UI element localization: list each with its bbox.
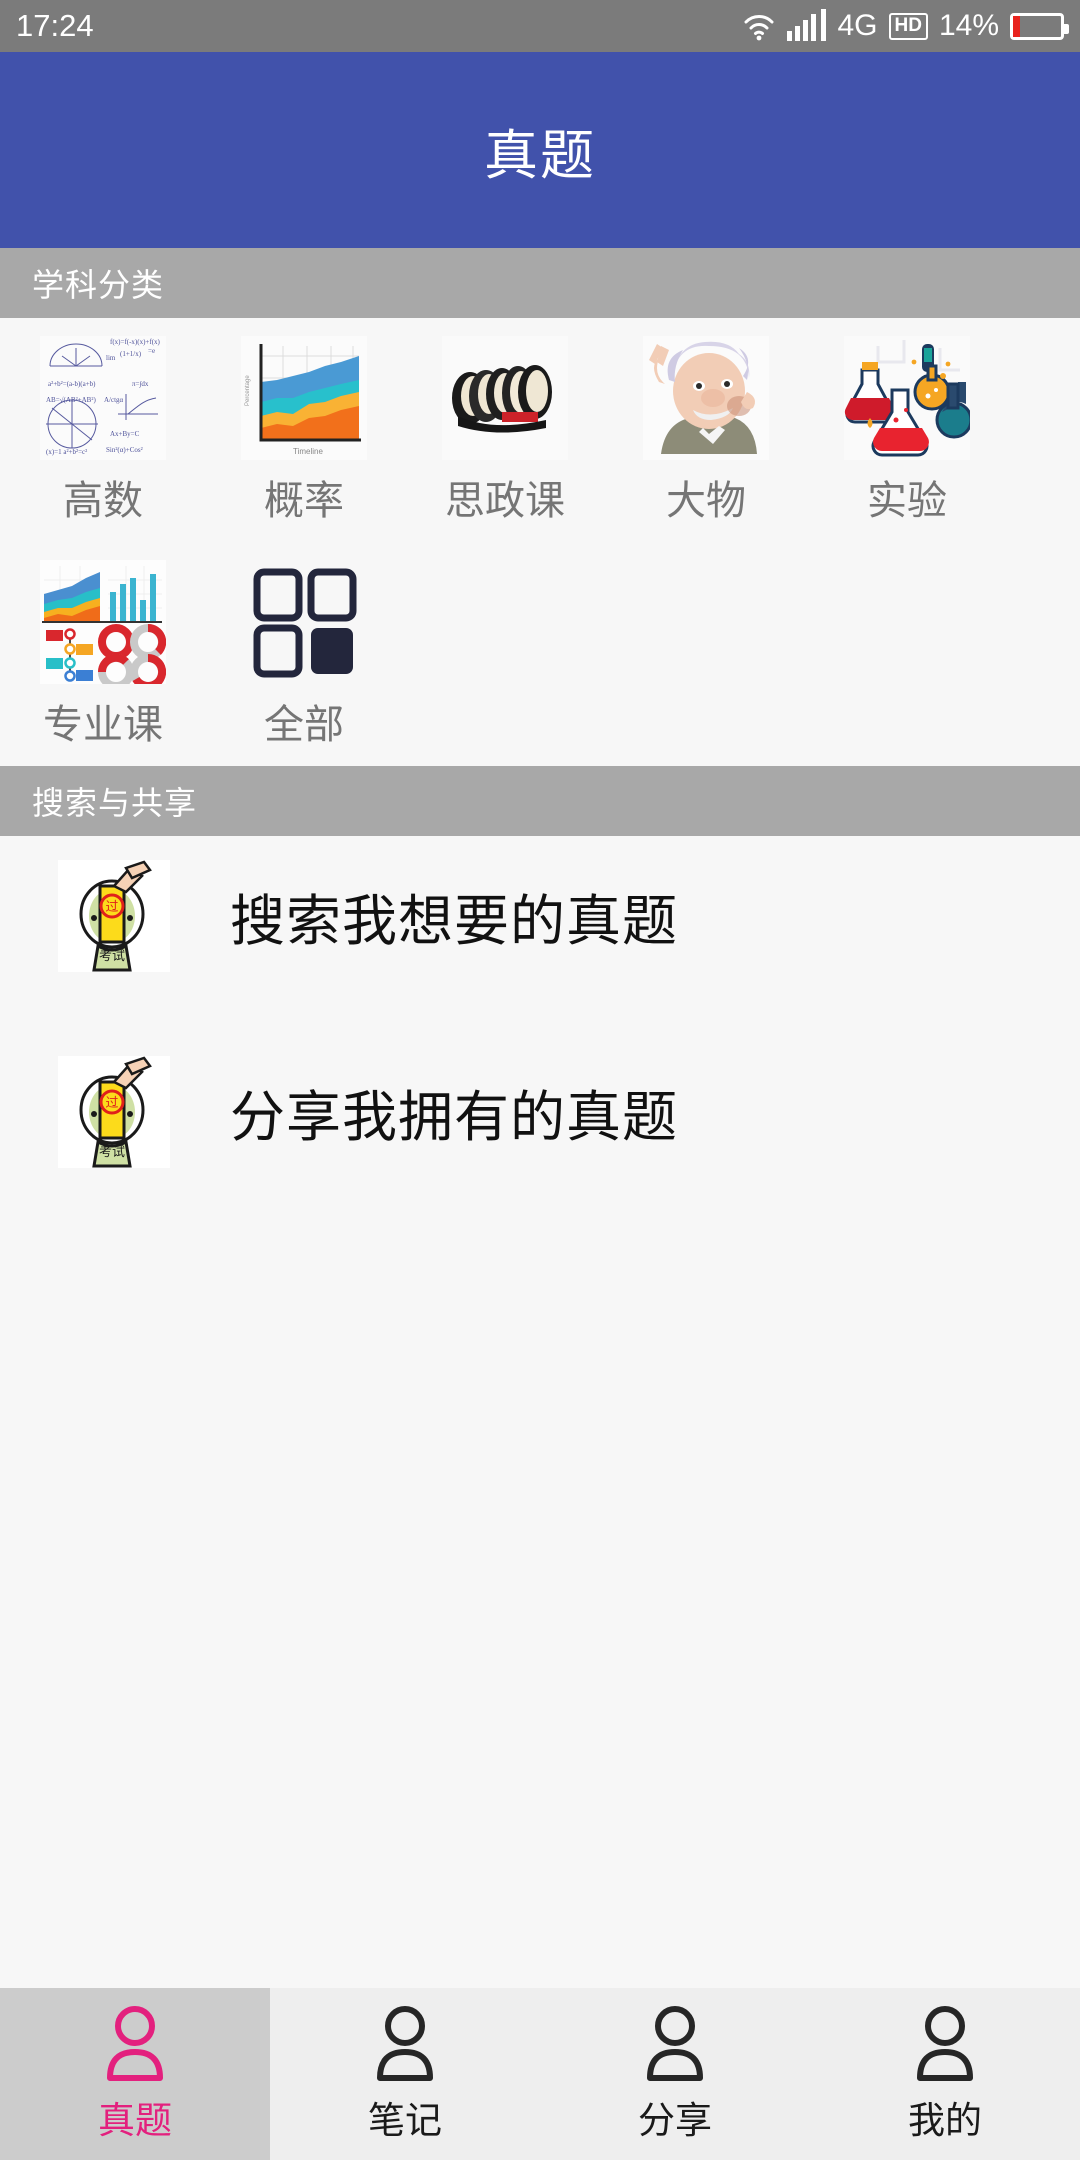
tab-zhenti[interactable]: 真题 xyxy=(0,1988,270,2160)
list-item-label: 搜索我想要的真题 xyxy=(230,890,679,952)
category-item-zhuanyeke[interactable]: 专业课 xyxy=(25,560,181,750)
category-label: 大物 xyxy=(666,479,746,523)
search-share-list: 过 考试 搜索我想要的真题 过 考试 分享我拥有的真题 xyxy=(0,836,1080,1988)
svg-text:Percentage: Percentage xyxy=(245,375,251,406)
svg-text:A/ctgα: A/ctgα xyxy=(104,396,124,404)
person-icon xyxy=(98,2004,172,2086)
battery-icon xyxy=(1010,12,1069,40)
exam-charm-mascot-icon: 过 考试 xyxy=(58,860,170,972)
network-type-label: 4G xyxy=(837,9,878,42)
app-screen: 17:24 4G HD 14% 真题 学科分类 lim (1+1/x) =e a… xyxy=(0,0,1080,2160)
status-time: 17:24 xyxy=(16,8,94,43)
list-item-search[interactable]: 过 考试 搜索我想要的真题 xyxy=(0,836,1080,996)
battery-percent-label: 14% xyxy=(938,9,999,42)
math-formulas-icon: lim (1+1/x) =e a²+b²=(a-b)(a+b) AB=√(AB²+… xyxy=(40,336,166,460)
political-portraits-icon xyxy=(442,336,568,460)
section-header-categories: 学科分类 xyxy=(0,248,1080,318)
category-item-quanbu[interactable]: 全部 xyxy=(226,560,382,750)
category-grid: lim (1+1/x) =e a²+b²=(a-b)(a+b) AB=√(AB²+… xyxy=(0,318,1080,766)
person-icon xyxy=(368,2004,442,2086)
status-indicators: 4G HD 14% xyxy=(742,9,1069,43)
svg-text:π=∫dx: π=∫dx xyxy=(132,380,149,388)
category-item-sizhengke[interactable]: 思政课 xyxy=(427,336,583,526)
tab-biji[interactable]: 笔记 xyxy=(270,1988,540,2160)
app-header: 真题 xyxy=(0,52,1080,248)
infographic-dashboard-icon xyxy=(40,560,166,684)
tab-label: 真题 xyxy=(98,2100,172,2141)
hd-icon: HD xyxy=(888,12,928,40)
svg-text:考试: 考试 xyxy=(99,1144,125,1159)
svg-text:过: 过 xyxy=(105,899,118,914)
area-chart-icon: Timeline Percentage xyxy=(241,336,367,460)
svg-text:过: 过 xyxy=(105,1095,118,1110)
svg-text:f(x)=f(-x)(x)+f(x): f(x)=f(-x)(x)+f(x) xyxy=(110,338,161,346)
signal-bars-icon xyxy=(787,9,827,41)
category-label: 专业课 xyxy=(43,703,163,747)
category-row-1: lim (1+1/x) =e a²+b²=(a-b)(a+b) AB=√(AB²+… xyxy=(0,336,1080,526)
category-label: 全部 xyxy=(264,703,344,747)
svg-text:(1+1/x): (1+1/x) xyxy=(120,350,142,358)
category-row-2: 专业课 全部 xyxy=(0,560,1080,750)
tab-fenxiang[interactable]: 分享 xyxy=(540,1988,810,2160)
svg-text:Timeline: Timeline xyxy=(293,447,323,456)
svg-text:Ax+By=C: Ax+By=C xyxy=(110,430,140,438)
svg-text:=e: =e xyxy=(148,347,155,355)
tab-wode[interactable]: 我的 xyxy=(810,1988,1080,2160)
category-label: 高数 xyxy=(63,479,143,523)
svg-text:Sin²(α)+Cos²: Sin²(α)+Cos² xyxy=(106,446,143,454)
wifi-icon xyxy=(742,11,776,41)
svg-text:考试: 考试 xyxy=(99,948,125,963)
category-item-shiyan[interactable]: 实验 xyxy=(829,336,985,526)
page-title: 真题 xyxy=(484,125,596,186)
person-icon xyxy=(908,2004,982,2086)
list-item-share[interactable]: 过 考试 分享我拥有的真题 xyxy=(0,1032,1080,1192)
person-icon xyxy=(638,2004,712,2086)
status-bar: 17:24 4G HD 14% xyxy=(0,0,1080,52)
category-label: 实验 xyxy=(867,479,947,523)
list-item-label: 分享我拥有的真题 xyxy=(230,1086,679,1148)
category-item-dawu[interactable]: 大物 xyxy=(628,336,784,526)
category-label: 思政课 xyxy=(445,479,565,523)
grid-squares-icon xyxy=(241,560,367,684)
section-header-search-share-label: 搜索与共享 xyxy=(32,785,198,821)
chemistry-flasks-icon xyxy=(844,336,970,460)
section-header-search-share: 搜索与共享 xyxy=(0,766,1080,836)
svg-text:a²+b²=(a-b)(a+b): a²+b²=(a-b)(a+b) xyxy=(48,380,96,388)
category-item-gaoshu[interactable]: lim (1+1/x) =e a²+b²=(a-b)(a+b) AB=√(AB²+… xyxy=(25,336,181,526)
tab-label: 我的 xyxy=(908,2100,982,2141)
svg-text:AB=√(AB²+AB²): AB=√(AB²+AB²) xyxy=(46,396,96,404)
svg-text:(x)=1 a²+b²=c²: (x)=1 a²+b²=c² xyxy=(46,448,87,456)
category-item-gailv[interactable]: Timeline Percentage 概率 xyxy=(226,336,382,526)
tab-label: 笔记 xyxy=(368,2100,442,2141)
tab-label: 分享 xyxy=(638,2100,712,2141)
bottom-tab-bar: 真题 笔记 分享 我的 xyxy=(0,1988,1080,2160)
einstein-icon xyxy=(643,336,769,460)
section-header-categories-label: 学科分类 xyxy=(32,267,165,303)
category-label: 概率 xyxy=(264,479,344,523)
exam-charm-mascot-icon: 过 考试 xyxy=(58,1056,170,1168)
svg-text:lim: lim xyxy=(106,354,116,362)
